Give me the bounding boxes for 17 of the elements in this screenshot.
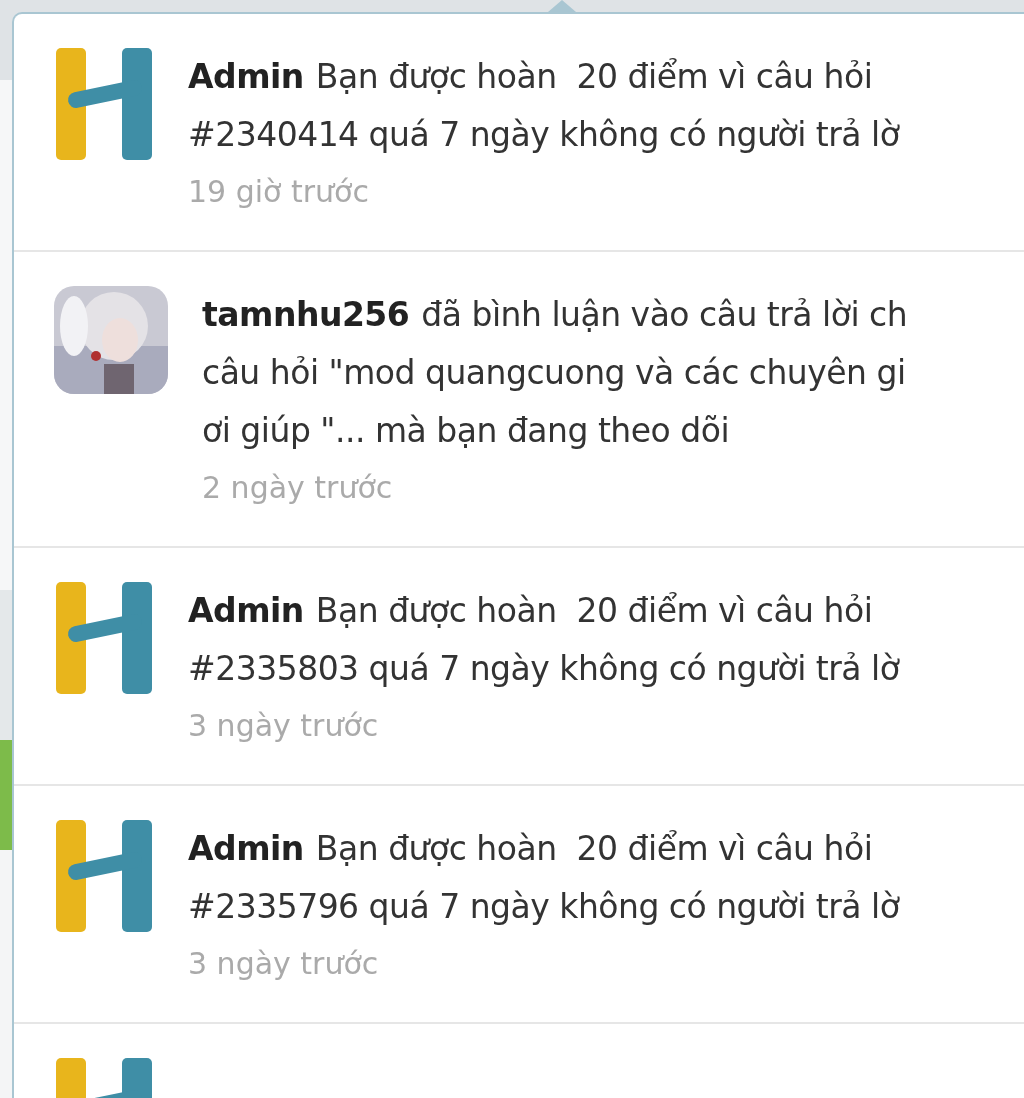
user-name[interactable]: Admin (188, 57, 304, 96)
notification-text: #2335796 quá 7 ngày không có người trả lờ (188, 887, 900, 926)
timestamp: 2 ngày trước (202, 469, 394, 507)
notification-text: ơi giúp "... mà bạn đang theo dõi (202, 411, 730, 450)
timestamp: 3 ngày trước (188, 707, 380, 745)
notification-text: Bạn được hoàn 20 điểm vì câu hỏi (315, 57, 873, 96)
notification-text: #2335803 quá 7 ngày không có người trả lờ (188, 649, 900, 688)
timestamp: 19 giờ trước (188, 173, 370, 211)
timestamp: 3 ngày trước (188, 945, 380, 983)
notification-text: Bạn được hoàn 20 điểm vì câu hỏi (315, 829, 873, 868)
notification-text: câu hỏi "mod quangcuong và các chuyên gi (202, 353, 906, 392)
user-name[interactable]: Admin (188, 591, 304, 630)
notification-text: Bạn được hoàn 20 điểm vì câu hỏi (315, 591, 873, 630)
notification-text: #2340414 quá 7 ngày không có người trả lờ (188, 115, 900, 154)
user-name[interactable]: Admin (188, 829, 304, 868)
notification-text: đã bình luận vào câu trả lời ch (421, 295, 908, 334)
user-name[interactable]: tamnhu256 (202, 295, 410, 334)
